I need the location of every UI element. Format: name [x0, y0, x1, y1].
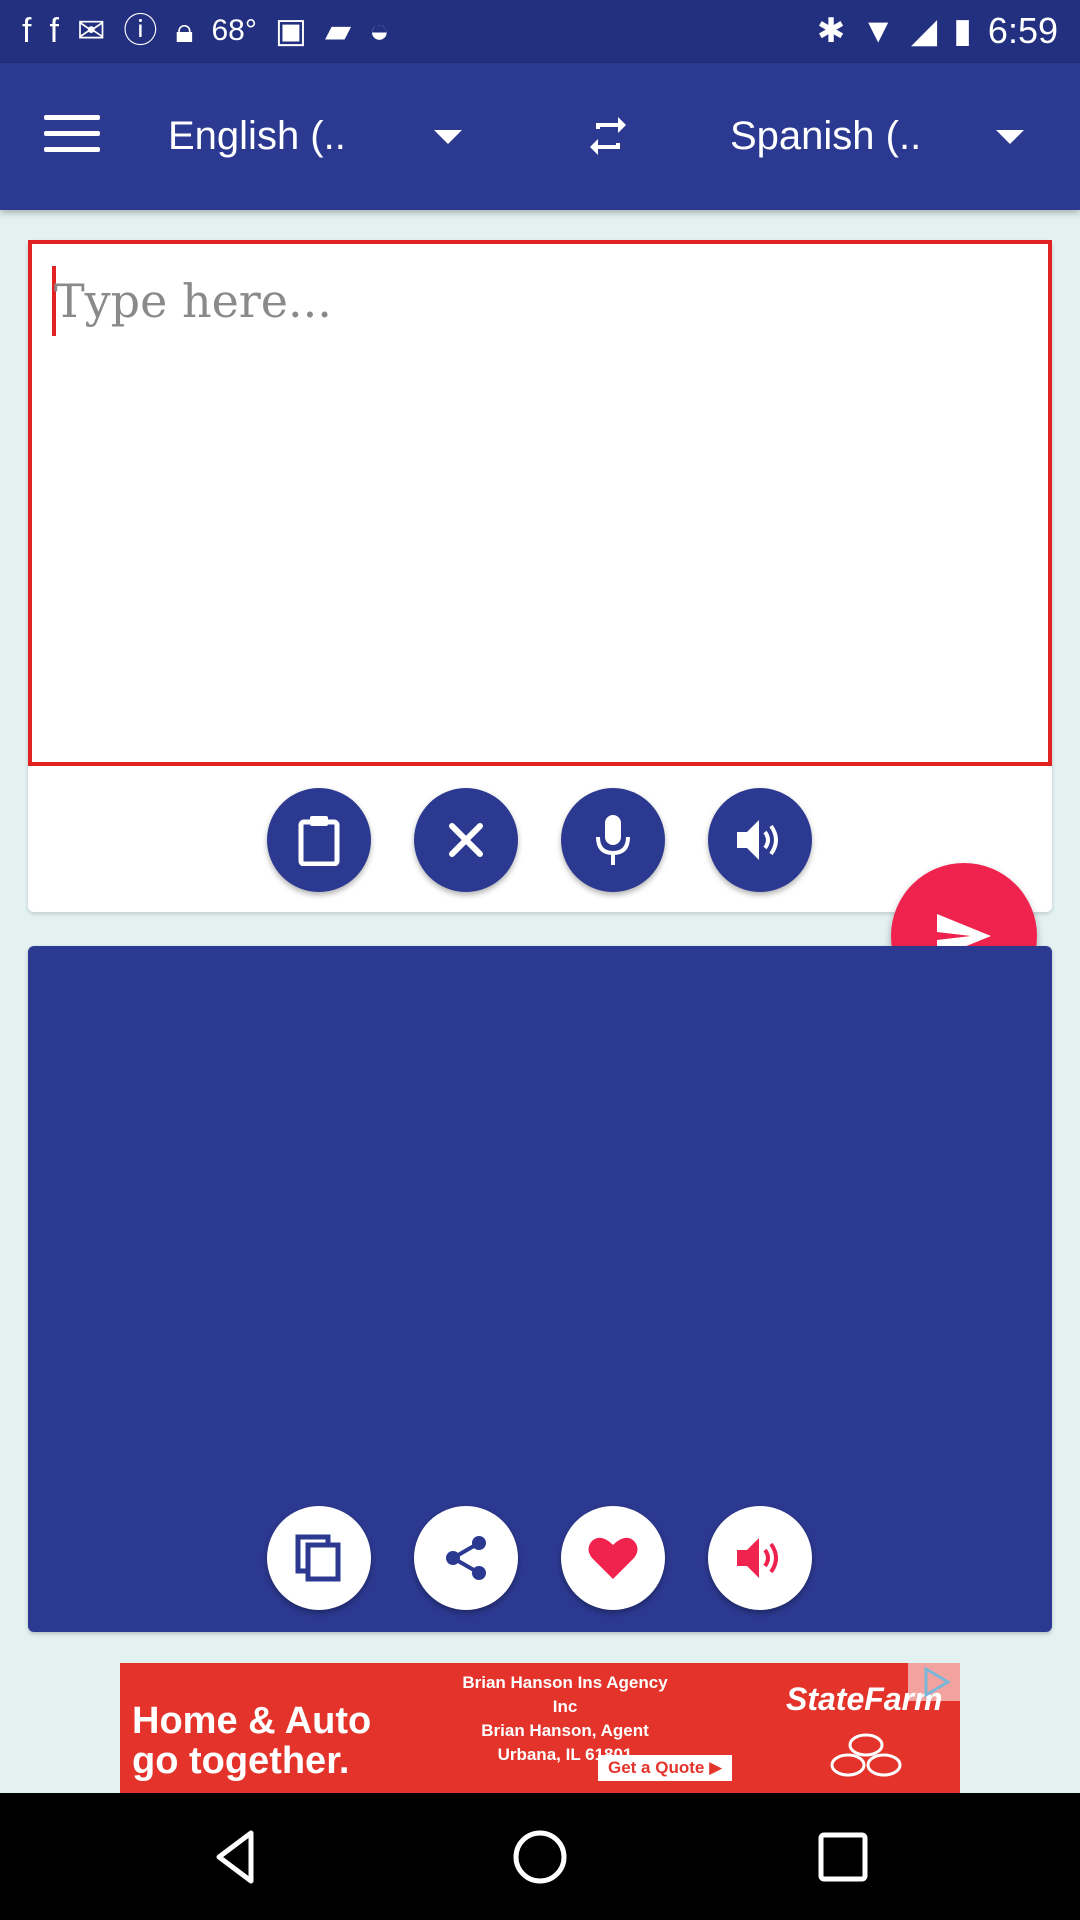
speak-translation-button[interactable] — [708, 1506, 812, 1610]
bluetooth-icon: ✱ — [816, 12, 846, 50]
system-icons: ✱ ▼ ◢ ▮ 6:59 — [817, 10, 1058, 52]
mail-icon: ✉ — [76, 12, 106, 50]
photos-icon: ▣ — [274, 12, 307, 50]
notification-icons: f f ✉ ⓘ 🔒︎ 68° ▣ ▰ ◒ — [22, 10, 390, 52]
system-navigation-bar — [0, 1793, 1080, 1920]
ad-agency-info: Brian Hanson Ins Agency Inc Brian Hanson… — [462, 1673, 668, 1764]
statefarm-logo-icon — [830, 1733, 902, 1777]
favorite-button[interactable] — [561, 1506, 665, 1610]
app-bar: English (.. Spanish (.. — [0, 63, 1080, 210]
android-icon: ◒ — [369, 12, 390, 50]
signal-icon: ◢ — [911, 12, 938, 50]
target-language-selector[interactable]: Spanish (.. — [730, 109, 921, 163]
back-icon[interactable] — [207, 1827, 267, 1887]
home-icon[interactable] — [510, 1827, 570, 1887]
copy-icon — [295, 1534, 341, 1582]
ad-choices-icon[interactable] — [908, 1663, 960, 1701]
speak-source-button[interactable] — [708, 788, 812, 892]
swap-languages-icon[interactable] — [588, 111, 628, 161]
status-bar: f f ✉ ⓘ 🔒︎ 68° ▣ ▰ ◒ ✱ ▼ ◢ ▮ 6:59 — [0, 0, 1080, 63]
source-language-selector[interactable]: English (.. — [168, 109, 346, 163]
facebook-icon: f — [49, 12, 59, 50]
bag-icon: ▰ — [325, 12, 352, 50]
target-dropdown-arrow-icon[interactable] — [996, 130, 1024, 144]
ad-headline: Home & Auto go together. — [132, 1700, 372, 1782]
source-text-input[interactable]: Type here... — [28, 240, 1052, 766]
copy-button[interactable] — [267, 1506, 371, 1610]
facebook-icon: f — [22, 12, 32, 50]
close-icon — [449, 823, 483, 857]
source-dropdown-arrow-icon[interactable] — [434, 130, 462, 144]
paste-button[interactable] — [267, 788, 371, 892]
clear-button[interactable] — [414, 788, 518, 892]
input-placeholder: Type here... — [54, 274, 332, 328]
wifi-icon: ▼ — [861, 12, 896, 50]
share-icon — [446, 1536, 486, 1580]
temperature-text: 68° — [211, 14, 257, 47]
speaker-icon — [737, 820, 778, 860]
input-card: Type here... — [28, 240, 1052, 912]
voice-input-button[interactable] — [561, 788, 665, 892]
menu-icon[interactable] — [44, 115, 100, 155]
recents-icon[interactable] — [813, 1827, 873, 1887]
clock-text: 6:59 — [987, 10, 1058, 51]
output-card — [28, 946, 1052, 1632]
lock-icon: 🔒︎ — [175, 12, 194, 50]
ad-banner[interactable]: Home & Auto go together. Brian Hanson In… — [120, 1663, 960, 1793]
alert-icon: ⓘ — [123, 12, 158, 50]
battery-icon: ▮ — [953, 12, 972, 50]
share-button[interactable] — [414, 1506, 518, 1610]
ad-cta-button[interactable]: Get a Quote ▶ — [598, 1755, 733, 1781]
clipboard-icon — [298, 816, 340, 866]
speaker-icon — [737, 1538, 778, 1578]
microphone-icon — [596, 815, 630, 865]
heart-icon — [588, 1537, 638, 1579]
